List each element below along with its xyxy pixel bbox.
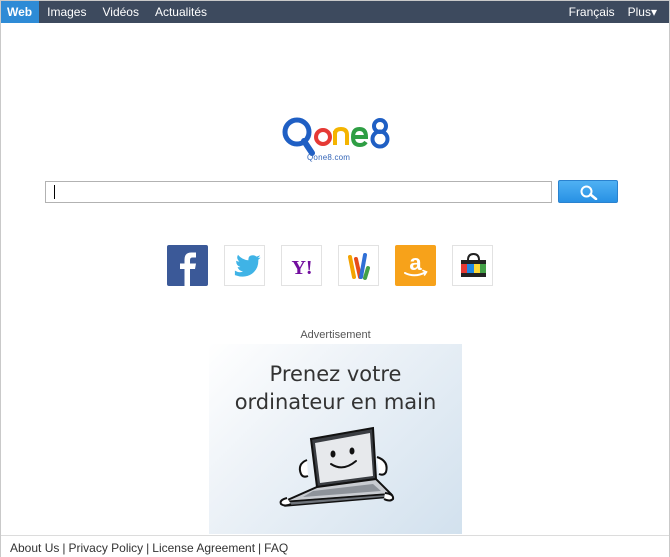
- nav-tabs: Web Images Vidéos Actualités: [1, 1, 215, 23]
- ad-headline-line1: Prenez votre: [269, 362, 402, 386]
- twitter-bird-icon: [234, 254, 261, 277]
- advertisement-banner[interactable]: Prenez votre ordinateur en main: [209, 344, 462, 534]
- nav-tab-images[interactable]: Images: [39, 1, 94, 23]
- top-nav-bar: Web Images Vidéos Actualités Français Pl…: [1, 1, 669, 23]
- magnifier-icon: [580, 185, 598, 200]
- logo-subtext: Qone8.com: [307, 153, 351, 162]
- nav-tab-web[interactable]: Web: [1, 1, 40, 23]
- games-link[interactable]: [338, 245, 379, 286]
- footer-link-faq[interactable]: FAQ: [264, 541, 288, 555]
- amazon-link[interactable]: a: [395, 245, 436, 286]
- footer-link-about[interactable]: About Us: [10, 541, 59, 555]
- footer-separator: |: [258, 541, 262, 555]
- search-button[interactable]: [558, 180, 618, 203]
- colorful-stripes-icon: [348, 253, 370, 280]
- yahoo-icon: Y!: [291, 257, 312, 279]
- facebook-icon: [167, 245, 208, 286]
- shopping-bag-icon: [461, 252, 486, 277]
- facebook-link[interactable]: [167, 245, 208, 286]
- footer-link-privacy[interactable]: Privacy Policy: [68, 541, 143, 555]
- svg-text:Y!: Y!: [291, 257, 312, 279]
- nav-right: Français Plus▾: [559, 1, 669, 23]
- language-selector[interactable]: Français: [559, 1, 625, 23]
- ad-headline: Prenez votre ordinateur en main: [209, 360, 462, 416]
- yahoo-link[interactable]: Y!: [281, 245, 322, 286]
- smiling-laptop-illustration: [279, 426, 395, 507]
- footer-separator: |: [146, 541, 150, 555]
- svg-text:a: a: [409, 250, 422, 275]
- shopping-link[interactable]: [452, 245, 493, 286]
- footer-link-license[interactable]: License Agreement: [152, 541, 255, 555]
- text-caret: [54, 185, 55, 199]
- advertisement-label: Advertisement: [300, 329, 371, 341]
- footer: About Us | Privacy Policy | License Agreemen…: [1, 535, 669, 557]
- more-menu-button[interactable]: Plus▾: [625, 1, 669, 23]
- search-input[interactable]: [45, 181, 552, 203]
- ad-headline-line2: ordinateur en main: [234, 390, 437, 414]
- amazon-icon: a: [395, 245, 436, 286]
- nav-tab-news[interactable]: Actualités: [147, 1, 215, 23]
- nav-tab-videos[interactable]: Vidéos: [94, 1, 146, 23]
- twitter-link[interactable]: [224, 245, 265, 286]
